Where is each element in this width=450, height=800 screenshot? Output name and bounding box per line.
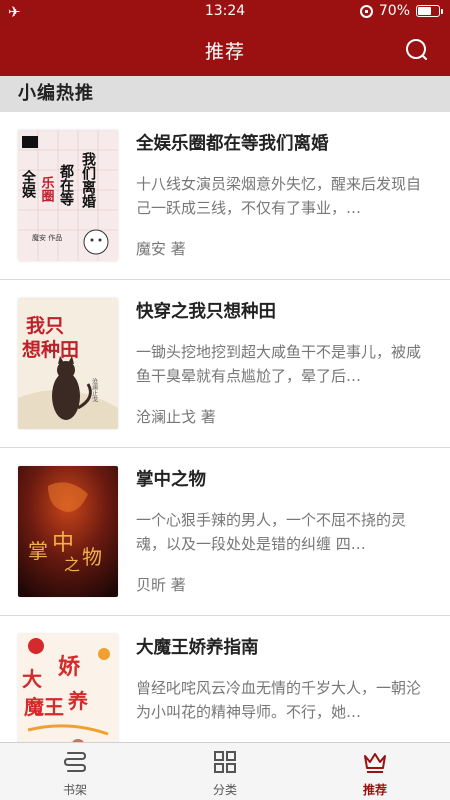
battery-icon <box>416 5 443 17</box>
tab-recommend[interactable]: 推荐 <box>300 743 450 800</box>
tab-bar: 书架 分类 推荐 <box>0 742 450 800</box>
section-header: 小编热推 <box>0 76 450 112</box>
list-item[interactable]: 大 娇 魔王 养 大魔王娇养指南 曾经叱咤风云冷血无情的千岁大人，一朝沦为小叫花… <box>0 616 450 742</box>
book-cover[interactable]: 全娱 乐圈 都在等 我们离婚 魔安 作品 <box>18 130 118 261</box>
category-grid-icon <box>214 751 236 773</box>
rotation-lock-icon <box>359 4 373 18</box>
book-author: 魔安 著 <box>136 240 186 258</box>
list-item[interactable]: 全娱 乐圈 都在等 我们离婚 魔安 作品 全娱乐圈都在等我们离婚 十八线女演员梁… <box>0 112 450 280</box>
svg-text:之: 之 <box>64 555 80 574</box>
book-list[interactable]: 全娱 乐圈 都在等 我们离婚 魔安 作品 全娱乐圈都在等我们离婚 十八线女演员梁… <box>0 112 450 742</box>
bookshelf-icon <box>63 752 87 772</box>
svg-text:魔王: 魔王 <box>24 695 64 719</box>
book-description: 十八线女演员梁烟意外失忆，醒来后发现自己一跃成三线，不仅有了事业，… <box>136 175 422 217</box>
tab-label: 书架 <box>62 783 87 797</box>
svg-text:大: 大 <box>22 667 42 691</box>
book-description: 一锄头挖地挖到超大咸鱼干不是事儿，被咸鱼干臭晕就有点尴尬了，晕了后… <box>136 343 422 385</box>
svg-text:我们离婚: 我们离婚 <box>80 152 96 209</box>
svg-text:魔安 作品: 魔安 作品 <box>32 233 62 242</box>
book-title[interactable]: 全娱乐圈都在等我们离婚 <box>136 130 329 155</box>
tab-label: 推荐 <box>362 783 387 797</box>
svg-text:想种田: 想种田 <box>22 338 79 361</box>
book-cover[interactable]: 大 娇 魔王 养 <box>18 634 118 742</box>
book-description: 曾经叱咤风云冷血无情的千岁大人，一朝沦为小叫花的精神导师。不行，她… <box>136 679 422 721</box>
svg-text:沧澜止戈: 沧澜止戈 <box>91 377 98 402</box>
tab-label: 分类 <box>212 783 237 797</box>
crown-icon <box>364 753 386 773</box>
svg-text:全娱: 全娱 <box>20 169 37 199</box>
svg-text:娇: 娇 <box>58 654 81 680</box>
svg-text:物: 物 <box>82 545 102 569</box>
svg-text:我只: 我只 <box>26 315 64 337</box>
book-author: 沧澜止戈 著 <box>136 408 216 426</box>
nav-bar: 推荐 <box>0 24 450 76</box>
status-bar: ✈ 13:24 70% <box>0 0 450 24</box>
status-right: 70% <box>359 3 443 19</box>
book-title[interactable]: 快穿之我只想种田 <box>136 298 276 323</box>
book-cover[interactable]: 我只 想种田 沧澜止戈 <box>18 298 118 429</box>
book-cover[interactable]: 掌 中 之 物 <box>18 466 118 597</box>
book-title[interactable]: 大魔王娇养指南 <box>136 634 259 659</box>
svg-text:都在等: 都在等 <box>58 164 75 207</box>
svg-text:中: 中 <box>52 531 74 556</box>
tab-bookshelf[interactable]: 书架 <box>0 743 150 800</box>
list-item[interactable]: 我只 想种田 沧澜止戈 快穿之我只想种田 一锄头挖地挖到超大咸鱼干不是事儿，被咸… <box>0 280 450 448</box>
svg-text:乐圈: 乐圈 <box>39 175 55 203</box>
page-title: 推荐 <box>204 41 245 63</box>
battery-percent: 70% <box>378 3 410 19</box>
book-title[interactable]: 掌中之物 <box>136 466 206 491</box>
book-author: 贝昕 著 <box>136 576 186 594</box>
list-item[interactable]: 掌 中 之 物 掌中之物 一个心狠手辣的男人，一个不屈不挠的灵魂，以及一段处处是… <box>0 448 450 616</box>
svg-text:掌: 掌 <box>28 539 48 563</box>
search-icon[interactable] <box>404 37 430 63</box>
svg-text:养: 养 <box>67 689 88 713</box>
tab-category[interactable]: 分类 <box>150 743 300 800</box>
book-description: 一个心狠手辣的男人，一个不屈不挠的灵魂，以及一段处处是错的纠缠 四… <box>136 511 407 553</box>
